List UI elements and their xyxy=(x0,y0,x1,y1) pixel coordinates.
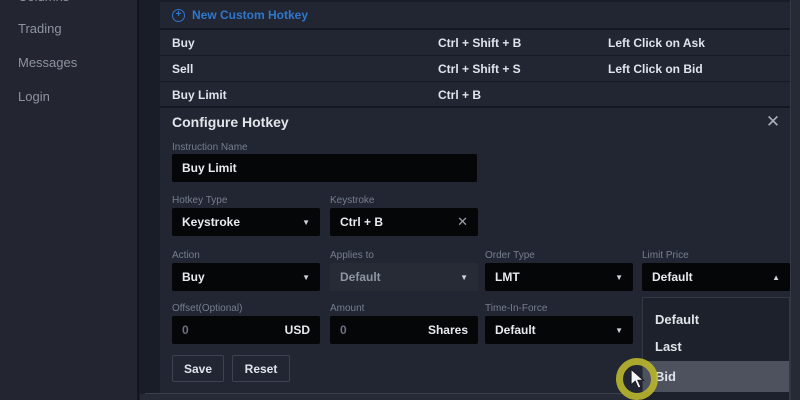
amount-label: Amount xyxy=(330,303,364,314)
hotkey-type-value: Keystroke xyxy=(182,215,302,229)
sidebar-item-messages[interactable]: Messages xyxy=(18,55,77,70)
reset-button[interactable]: Reset xyxy=(232,355,290,382)
menu-item-last[interactable]: Last xyxy=(643,333,789,361)
hotkey-name: Buy xyxy=(172,36,195,50)
hotkey-keys: Ctrl + B xyxy=(438,88,481,102)
limit-price-label: Limit Price xyxy=(642,250,689,261)
keystroke-input[interactable]: Ctrl + B ✕ xyxy=(330,208,478,236)
sidebar: Columns Trading Messages Login xyxy=(0,0,139,400)
instruction-name-value: Buy Limit xyxy=(182,161,467,175)
configure-hotkey-title: Configure Hotkey xyxy=(172,114,289,130)
new-custom-hotkey-link: + New Custom Hotkey xyxy=(172,8,308,22)
close-icon[interactable]: ✕ xyxy=(763,112,783,132)
save-button[interactable]: Save xyxy=(172,355,224,382)
instruction-name-label: Instruction Name xyxy=(172,142,248,153)
limit-price-select[interactable]: Default ▲ xyxy=(642,263,790,291)
offset-placeholder: 0 xyxy=(182,323,285,337)
applies-to-label: Applies to xyxy=(330,250,374,261)
offset-label: Offset(Optional) xyxy=(172,303,242,314)
sidebar-item-trading[interactable]: Trading xyxy=(18,21,62,36)
applies-to-value: Default xyxy=(340,270,460,284)
hotkey-row-buy-limit[interactable]: Buy Limit Ctrl + B xyxy=(160,82,790,108)
plus-circle-icon: + xyxy=(172,9,185,22)
action-select[interactable]: Buy ▼ xyxy=(172,263,320,291)
amount-unit: Shares xyxy=(428,323,468,337)
keystroke-label: Keystroke xyxy=(330,195,374,206)
order-type-select[interactable]: LMT ▼ xyxy=(485,263,633,291)
time-in-force-label: Time-In-Force xyxy=(485,303,547,314)
order-type-label: Order Type xyxy=(485,250,535,261)
offset-unit: USD xyxy=(285,323,310,337)
hotkey-row-buy[interactable]: Buy Ctrl + Shift + B Left Click on Ask xyxy=(160,30,790,56)
offset-input[interactable]: 0 USD xyxy=(172,316,320,344)
new-custom-hotkey-label: New Custom Hotkey xyxy=(192,8,308,22)
sidebar-item-partial[interactable]: Columns xyxy=(0,0,139,5)
amount-input[interactable]: 0 Shares xyxy=(330,316,478,344)
settings-window: Columns Trading Messages Login + New Cus… xyxy=(0,0,800,400)
chevron-down-icon: ▼ xyxy=(615,326,623,335)
menu-item-default[interactable]: Default xyxy=(643,306,789,334)
hotkey-row-sell[interactable]: Sell Ctrl + Shift + S Left Click on Bid xyxy=(160,56,790,82)
hotkey-type-select[interactable]: Keystroke ▼ xyxy=(172,208,320,236)
time-in-force-value: Default xyxy=(495,323,615,337)
clear-keystroke-icon[interactable]: ✕ xyxy=(457,214,468,230)
chevron-down-icon: ▼ xyxy=(302,273,310,282)
limit-price-value: Default xyxy=(652,270,772,284)
chevron-down-icon: ▼ xyxy=(615,273,623,282)
chevron-up-icon: ▲ xyxy=(772,273,780,282)
hotkey-mouse: Left Click on Ask xyxy=(608,36,705,50)
hotkey-name: Buy Limit xyxy=(172,88,227,102)
hotkey-type-label: Hotkey Type xyxy=(172,195,227,206)
amount-placeholder: 0 xyxy=(340,323,428,337)
action-value: Buy xyxy=(182,270,302,284)
keystroke-value: Ctrl + B xyxy=(340,215,457,229)
time-in-force-select[interactable]: Default ▼ xyxy=(485,316,633,344)
hotkey-name: Sell xyxy=(172,62,193,76)
sidebar-item-login[interactable]: Login xyxy=(18,89,50,104)
panel-right-edge xyxy=(790,0,800,400)
chevron-down-icon: ▼ xyxy=(460,273,468,282)
menu-item-bid[interactable]: Bid xyxy=(643,361,789,392)
hotkey-keys: Ctrl + Shift + S xyxy=(438,62,521,76)
action-label: Action xyxy=(172,250,200,261)
hotkey-mouse: Left Click on Bid xyxy=(608,62,703,76)
chevron-down-icon: ▼ xyxy=(302,218,310,227)
hotkey-keys: Ctrl + Shift + B xyxy=(438,36,521,50)
new-custom-hotkey-button[interactable]: + New Custom Hotkey xyxy=(160,2,790,30)
order-type-value: LMT xyxy=(495,270,615,284)
sidebar-item-partial-label: Columns xyxy=(18,0,69,4)
menu-item-ask[interactable]: Ask xyxy=(643,393,789,400)
limit-price-dropdown-menu: Default Last Bid Ask xyxy=(642,297,790,400)
applies-to-select[interactable]: Default ▼ xyxy=(330,263,478,291)
instruction-name-input[interactable]: Buy Limit xyxy=(172,154,477,182)
